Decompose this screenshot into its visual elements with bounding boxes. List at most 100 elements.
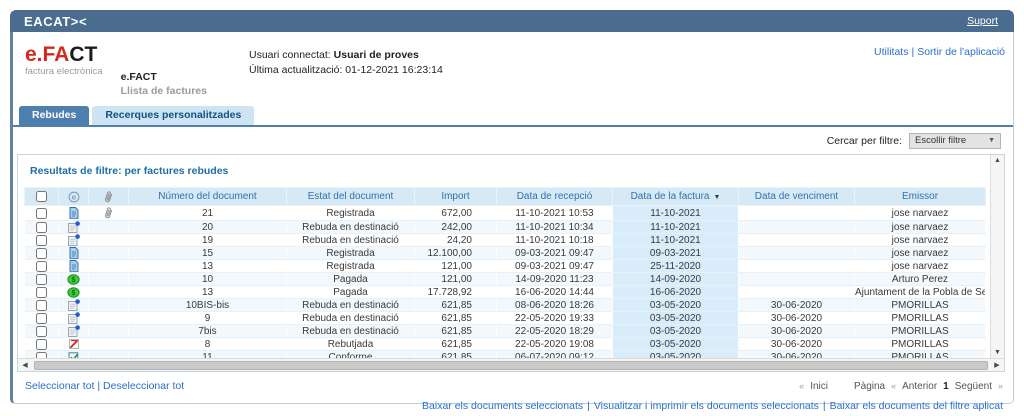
download-selected-link[interactable]: Baixar els documents seleccionats [422, 400, 583, 412]
utilitats-link[interactable]: Utilitats [874, 46, 908, 58]
next-page-icon[interactable]: » [998, 381, 1003, 391]
cell-recepcio: 22-05-2020 19:08 [497, 338, 613, 351]
column-header-emissor[interactable]: Emissor [855, 188, 986, 206]
received-dest-icon[interactable] [68, 299, 80, 311]
row-checkbox[interactable] [36, 326, 47, 337]
cell-emissor: jose narvaez [855, 234, 986, 247]
cell-factura: 03-05-2020 [613, 338, 739, 351]
cell-recepcio: 08-06-2020 18:26 [497, 299, 613, 312]
cell-estat: Rebuda en destinació [287, 325, 415, 338]
rejected-icon[interactable] [68, 338, 80, 350]
first-page-icon[interactable]: « [799, 381, 804, 391]
cell-recepcio: 11-10-2021 10:34 [497, 221, 613, 234]
user-label: Usuari connectat: [249, 49, 331, 61]
first-page-link[interactable]: Inici [810, 381, 828, 392]
updated-value: 01-12-2021 16:23:14 [345, 64, 443, 76]
sort-descending-icon: ▼ [714, 194, 721, 201]
prev-page-link[interactable]: Anterior [902, 381, 937, 392]
invoice-table: e Número del documentEstat del documentI… [24, 187, 986, 358]
column-header-num[interactable]: Número del document [129, 188, 287, 206]
view-print-selected-link[interactable]: Visualitzar i imprimir els documents sel… [594, 400, 819, 412]
cell-venciment: 30-06-2020 [739, 351, 855, 359]
row-checkbox[interactable] [36, 208, 47, 219]
cell-num: 9 [129, 312, 287, 325]
filter-select[interactable]: Escollir filtre ▼ [909, 133, 1001, 149]
received-dest-icon[interactable] [68, 325, 80, 337]
cell-import: 621,85 [415, 338, 497, 351]
cell-import: 12.100,00 [415, 247, 497, 260]
received-dest-icon[interactable] [68, 312, 80, 324]
scroll-right-icon[interactable]: ▶ [992, 361, 1002, 369]
support-link[interactable]: Suport [967, 15, 998, 27]
footer-row: Seleccionar tot | Deseleccionar tot « In… [17, 380, 1005, 392]
select-all-checkbox[interactable] [36, 191, 47, 202]
registered-doc-icon[interactable] [69, 207, 79, 219]
prev-page-icon[interactable]: « [891, 381, 896, 391]
row-checkbox[interactable] [36, 235, 47, 246]
row-checkbox[interactable] [36, 352, 47, 359]
results-box: Resultats de filtre: per factures rebude… [17, 154, 1005, 372]
registered-doc-icon[interactable] [69, 260, 79, 272]
row-checkbox[interactable] [36, 222, 47, 233]
table-row: 20Rebuda en destinació242,0011-10-2021 1… [25, 221, 986, 234]
cell-num: 19 [129, 234, 287, 247]
cell-estat: Registrada [287, 260, 415, 273]
deselect-all-link[interactable]: Deseleccionar tot [103, 380, 184, 392]
scroll-down-icon[interactable]: ▼ [994, 349, 1001, 356]
results-content: Resultats de filtre: per factures rebude… [18, 155, 990, 358]
paid-icon[interactable]: $ [67, 286, 80, 298]
row-checkbox[interactable] [36, 300, 47, 311]
paperclip-icon [103, 206, 114, 220]
page-title: Llista de factures [121, 85, 207, 99]
cell-venciment: 30-06-2020 [739, 299, 855, 312]
column-header-venc[interactable]: Data de venciment [739, 188, 855, 206]
table-header-row: e Número del documentEstat del documentI… [25, 188, 986, 206]
cell-factura: 16-06-2020 [613, 286, 739, 299]
vertical-scrollbar[interactable]: ▲ ▼ [990, 155, 1004, 358]
logout-link[interactable]: Sortir de l'aplicació [917, 46, 1005, 58]
horizontal-scrollbar[interactable]: ◀ ▶ [18, 358, 1004, 371]
scroll-up-icon[interactable]: ▲ [994, 157, 1001, 164]
paid-icon[interactable]: $ [67, 273, 80, 285]
cell-emissor: Ajuntament de la Pobla de Segur [855, 286, 986, 299]
app-name: e.FACT [121, 71, 207, 85]
scroll-left-icon[interactable]: ◀ [20, 361, 30, 369]
column-header-recep[interactable]: Data de recepció [497, 188, 613, 206]
cell-import: 121,00 [415, 260, 497, 273]
cell-factura: 14-09-2020 [613, 273, 739, 286]
conforme-icon[interactable] [68, 351, 80, 358]
cell-estat: Rebutjada [287, 338, 415, 351]
column-header-fact[interactable]: Data de la factura▼ [613, 188, 739, 206]
row-checkbox[interactable] [36, 274, 47, 285]
cell-venciment [739, 247, 855, 260]
row-checkbox[interactable] [36, 313, 47, 324]
tab-recerques-personalitzades[interactable]: Recerques personalitzades [92, 106, 254, 125]
download-filtered-link[interactable]: Baixar els documents del filtre aplicat [830, 400, 1003, 412]
cell-estat: Registrada [287, 206, 415, 221]
registered-doc-icon[interactable] [69, 247, 79, 259]
cell-recepcio: 09-03-2021 09:47 [497, 260, 613, 273]
next-page-link[interactable]: Següent [955, 381, 992, 392]
received-dest-icon[interactable] [68, 221, 80, 233]
cell-recepcio: 22-05-2020 19:33 [497, 312, 613, 325]
cell-import: 24,20 [415, 234, 497, 247]
row-checkbox[interactable] [36, 339, 47, 350]
tab-rebudes[interactable]: Rebudes [19, 106, 89, 125]
column-header-import[interactable]: Import [415, 188, 497, 206]
document-type-icon: e [68, 191, 80, 203]
column-header-estat[interactable]: Estat del document [287, 188, 415, 206]
cell-factura: 03-05-2020 [613, 325, 739, 338]
table-row: 11Conforme621,8506-07-2020 09:1203-05-20… [25, 351, 986, 359]
row-checkbox[interactable] [36, 248, 47, 259]
received-dest-icon[interactable] [68, 234, 80, 246]
cell-venciment: 30-06-2020 [739, 325, 855, 338]
results-title: Resultats de filtre: per factures rebude… [30, 165, 990, 177]
document-actions: Baixar els documents seleccionats|Visual… [17, 400, 1005, 412]
scrollbar-thumb[interactable] [34, 361, 988, 370]
row-checkbox[interactable] [36, 261, 47, 272]
row-checkbox[interactable] [36, 287, 47, 298]
select-all-link[interactable]: Seleccionar tot [25, 380, 94, 392]
cell-num: 13 [129, 286, 287, 299]
cell-factura: 03-05-2020 [613, 312, 739, 325]
efact-logo-dark: CT [69, 43, 97, 66]
